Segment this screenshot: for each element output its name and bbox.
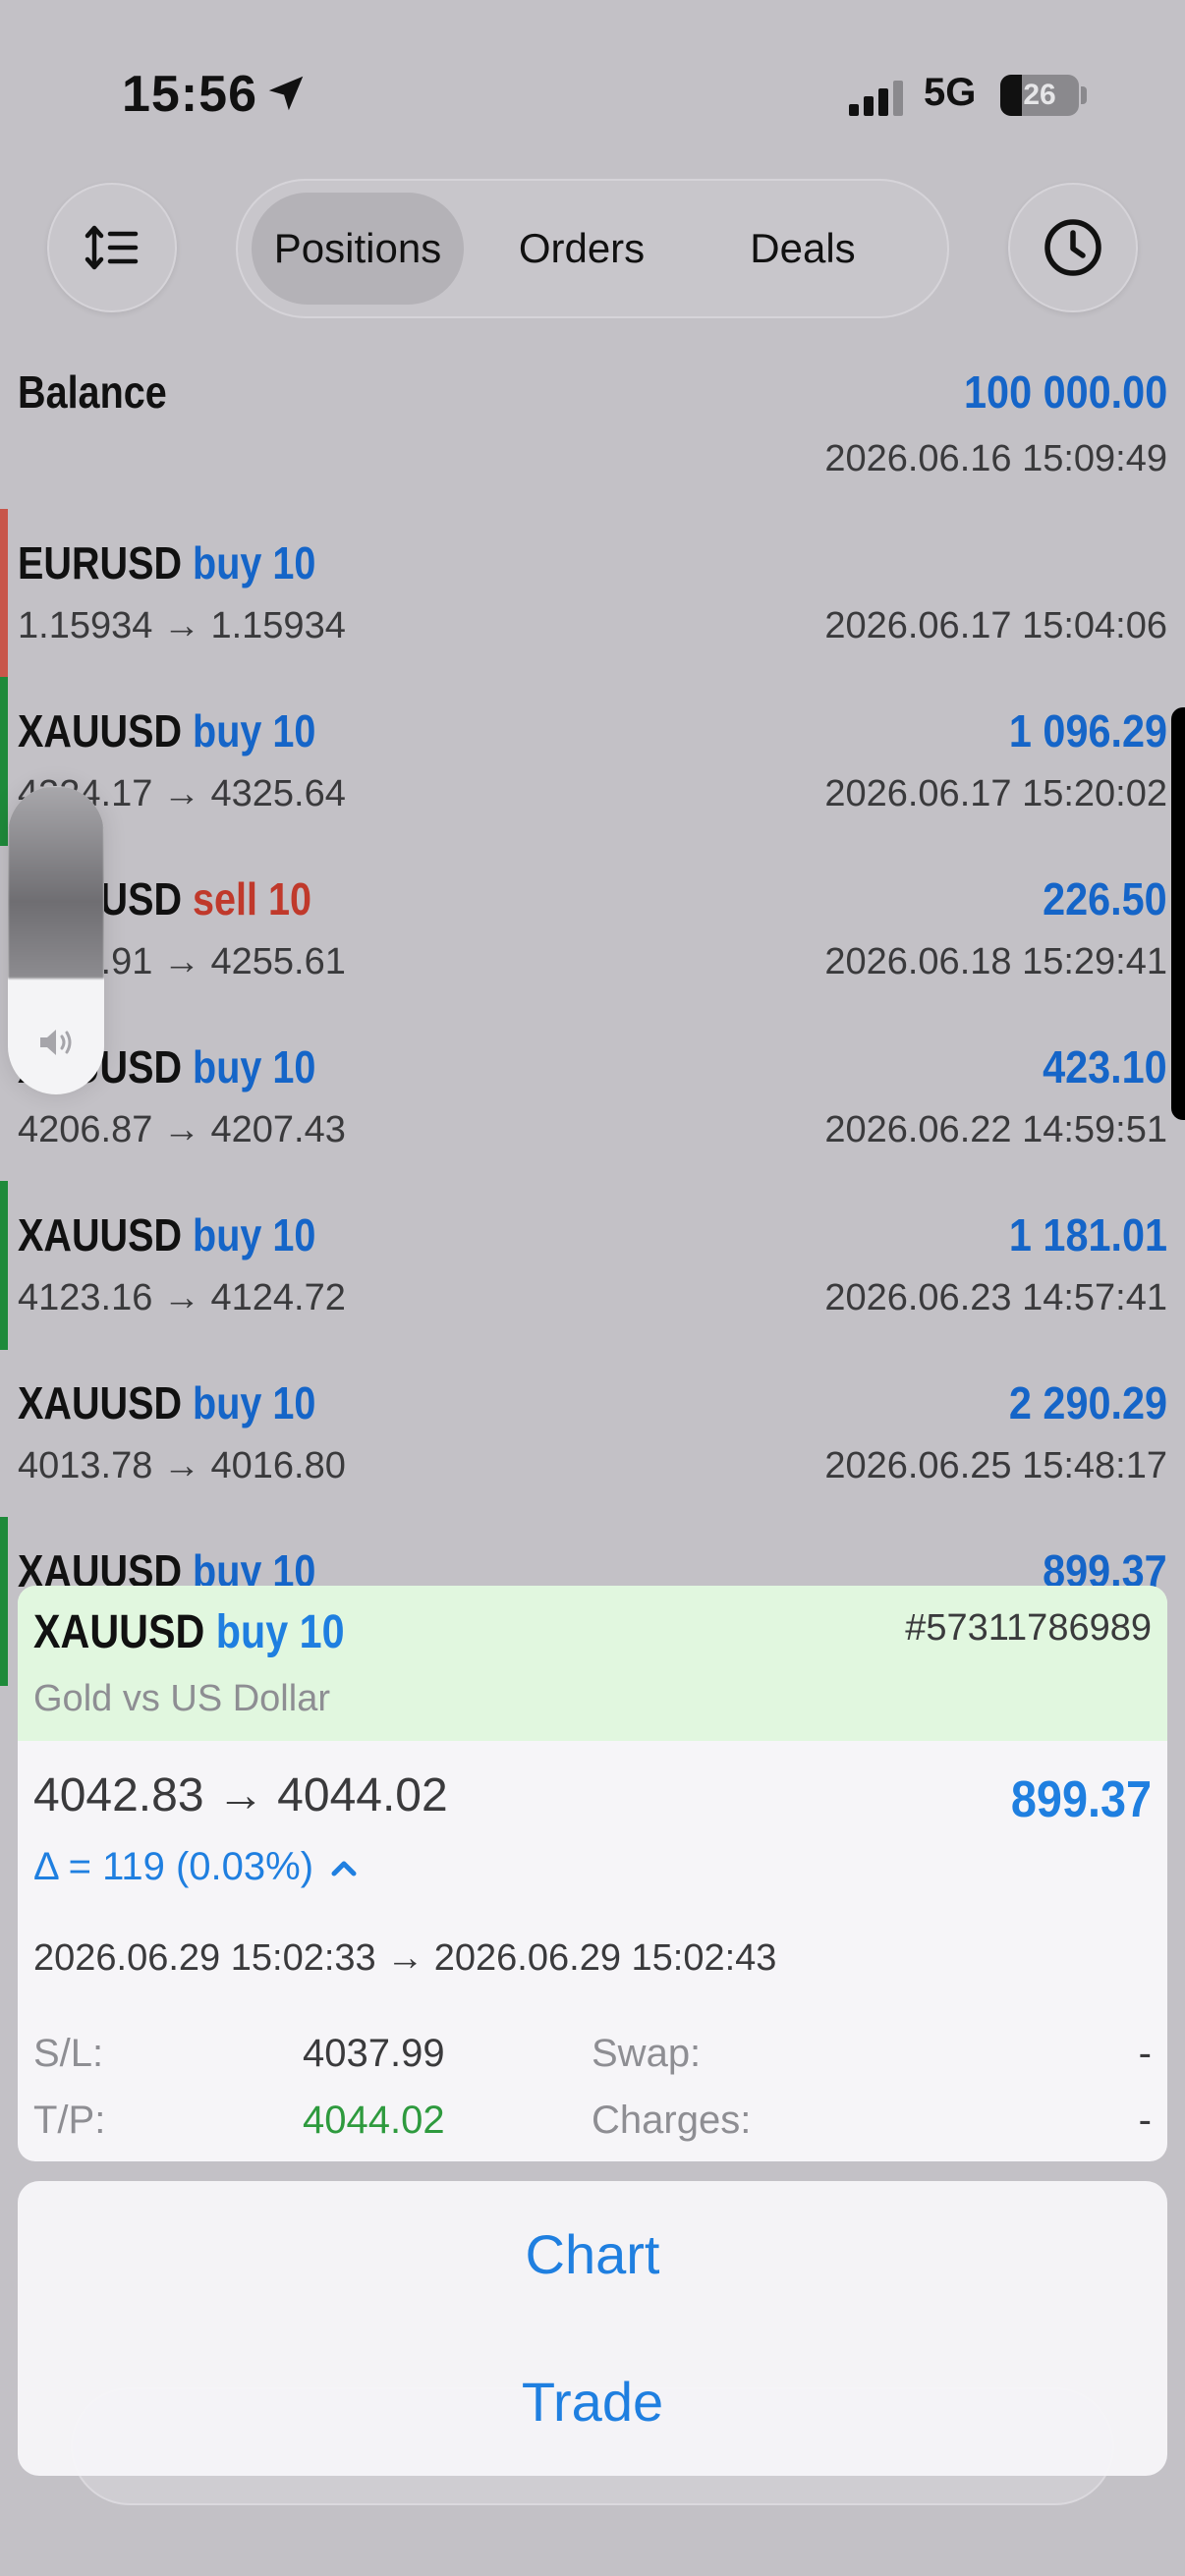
tp-value: 4044.02 <box>303 2099 445 2142</box>
battery-icon: 26 <box>1000 75 1079 116</box>
position-side: buy 10 <box>193 1209 316 1260</box>
chart-button[interactable]: Chart <box>18 2181 1167 2328</box>
position-row[interactable]: XAUUSD sell 10 226.50 4255.91 → 4255.61 … <box>0 845 1185 1012</box>
position-profit: 1 096.29 <box>1008 705 1167 756</box>
position-profit: 2 290.29 <box>1008 1377 1167 1428</box>
position-profit: 1 181.01 <box>1008 1209 1167 1260</box>
status-time: 15:56 <box>122 66 257 123</box>
position-prices: 4123.16 → 4124.72 <box>18 1277 346 1318</box>
position-symbol: EURUSD buy 10 <box>18 537 316 588</box>
sort-icon <box>85 225 139 270</box>
position-symbol: XAUUSD buy 10 <box>18 705 316 756</box>
row-status-bar <box>0 677 8 846</box>
cellular-signal-icon <box>849 81 903 116</box>
row-status-bar <box>0 1517 8 1686</box>
detail-ticket: #57311786989 <box>905 1607 1152 1649</box>
sl-label: S/L: <box>33 2032 104 2075</box>
position-prices: 4013.78 → 4016.80 <box>18 1445 346 1486</box>
swap-value: - <box>1138 2032 1152 2075</box>
row-status-bar <box>0 509 8 678</box>
volume-slider[interactable] <box>8 786 104 1094</box>
position-side: buy 10 <box>193 1041 316 1092</box>
speaker-icon <box>40 1030 72 1055</box>
position-side: buy 10 <box>193 537 316 588</box>
tabs-segmented-control: Positions Orders Deals <box>236 179 949 318</box>
balance-time: 2026.06.16 15:09:49 <box>824 438 1167 479</box>
detail-profit: 899.37 <box>1010 1771 1152 1828</box>
tp-label: T/P: <box>33 2099 106 2142</box>
detail-delta[interactable]: Δ = 119 (0.03%) <box>33 1845 359 1889</box>
position-side: buy 10 <box>193 705 316 756</box>
position-row[interactable]: XAUUSD buy 10 1 181.01 4123.16 → 4124.72… <box>0 1181 1185 1350</box>
position-time: 2026.06.18 15:29:41 <box>824 941 1167 982</box>
position-row[interactable]: XAUUSD buy 10 1 096.29 4324.17 → 4325.64… <box>0 677 1185 846</box>
detail-prices: 4042.83 → 4044.02 <box>33 1769 448 1821</box>
clock-icon <box>1044 219 1101 276</box>
charges-label: Charges: <box>592 2099 752 2142</box>
position-profit: 423.10 <box>1043 1041 1167 1092</box>
row-status-bar <box>0 1181 8 1350</box>
action-menu: Chart Trade <box>18 2181 1167 2476</box>
location-arrow-icon <box>268 76 304 111</box>
screen-edge-overlay <box>1171 707 1185 1120</box>
detail-delta-text: Δ = 119 (0.03%) <box>33 1845 314 1888</box>
trade-button[interactable]: Trade <box>18 2328 1167 2476</box>
position-time: 2026.06.17 15:04:06 <box>824 605 1167 646</box>
tab-positions[interactable]: Positions <box>252 181 464 316</box>
detail-description: Gold vs US Dollar <box>33 1678 330 1719</box>
balance-value: 100 000.00 <box>963 366 1167 418</box>
position-profit: 226.50 <box>1043 873 1167 924</box>
history-button[interactable] <box>1008 183 1138 312</box>
detail-side: buy 10 <box>215 1606 345 1658</box>
position-row[interactable]: XAUUSD buy 10 2 290.29 4013.78 → 4016.80… <box>0 1349 1185 1516</box>
status-bar: 15:56 5G 26 <box>0 0 1185 177</box>
position-time: 2026.06.25 15:48:17 <box>824 1445 1167 1486</box>
charges-value: - <box>1138 2099 1152 2142</box>
detail-symbol: XAUUSD buy 10 <box>33 1606 345 1658</box>
position-side: sell 10 <box>193 873 312 924</box>
position-time: 2026.06.23 14:57:41 <box>824 1277 1167 1318</box>
network-type: 5G <box>924 71 977 114</box>
position-prices: 4206.87 → 4207.43 <box>18 1109 346 1150</box>
battery-level: 26 <box>1023 79 1056 111</box>
position-prices: 1.15934 → 1.15934 <box>18 605 346 646</box>
tab-deals[interactable]: Deals <box>690 181 916 316</box>
position-symbol: XAUUSD buy 10 <box>18 1377 316 1428</box>
position-row[interactable]: EURUSD buy 10 1.15934 → 1.15934 2026.06.… <box>0 509 1185 678</box>
detail-header: XAUUSD buy 10 #57311786989 Gold vs US Do… <box>18 1586 1167 1741</box>
balance-label: Balance <box>18 366 167 418</box>
position-symbol: XAUUSD buy 10 <box>18 1209 316 1260</box>
tab-orders[interactable]: Orders <box>483 181 680 316</box>
chevron-up-icon <box>331 1861 357 1876</box>
battery-tip <box>1081 86 1087 104</box>
detail-times: 2026.06.29 15:02:33 → 2026.06.29 15:02:4… <box>33 1937 777 1979</box>
sl-value: 4037.99 <box>303 2032 445 2075</box>
volume-level-track <box>8 786 104 979</box>
position-side: buy 10 <box>193 1377 316 1428</box>
position-row[interactable]: XAUUSD buy 10 423.10 4206.87 → 4207.43 2… <box>0 1013 1185 1180</box>
sort-button[interactable] <box>47 183 177 312</box>
position-time: 2026.06.17 15:20:02 <box>824 773 1167 814</box>
position-time: 2026.06.22 14:59:51 <box>824 1109 1167 1150</box>
swap-label: Swap: <box>592 2032 702 2075</box>
position-detail-card: XAUUSD buy 10 #57311786989 Gold vs US Do… <box>18 1586 1167 2161</box>
